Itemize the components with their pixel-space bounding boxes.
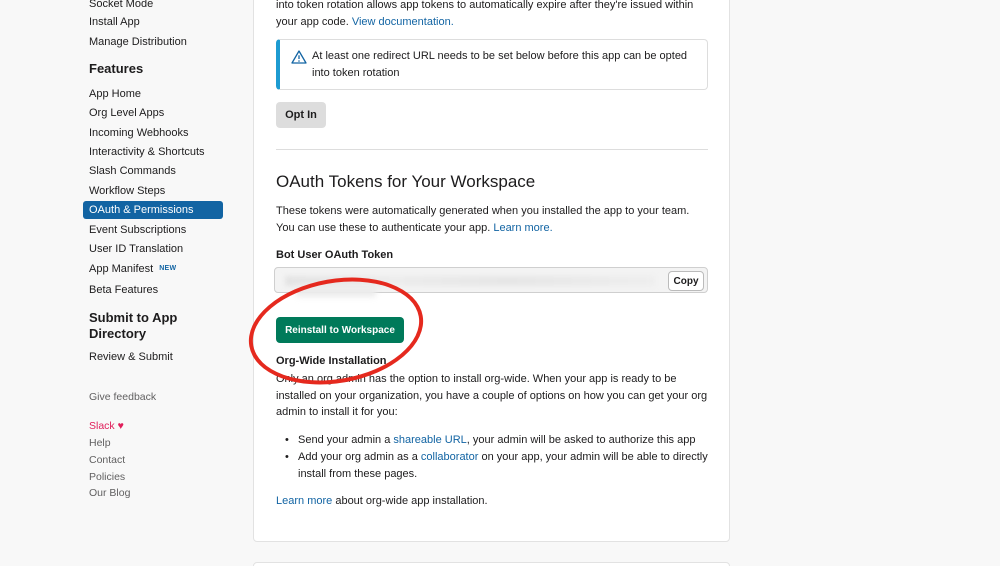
org-wide-title: Org-Wide Installation [276,355,387,367]
sidebar-item-event-subscriptions[interactable]: Event Subscriptions [89,223,186,237]
token-rotation-line2-text: your app code. [276,15,349,28]
org-wide-options-list: Send your admin a shareable URL, your ad… [276,432,716,483]
token-rotation-text: into token rotation allows app tokens to… [276,0,716,30]
sidebar-item-install-app[interactable]: Install App [89,15,140,29]
redacted-token-overflow [296,285,376,297]
list-item: Send your admin a shareable URL, your ad… [276,432,716,449]
copy-button[interactable]: Copy [668,271,704,291]
warning-text: At least one redirect URL needs to be se… [312,50,688,79]
sidebar-item-beta-features[interactable]: Beta Features [89,283,158,297]
sidebar-item-interactivity-shortcuts[interactable]: Interactivity & Shortcuts [89,145,205,159]
sidebar-item-manage-distribution[interactable]: Manage Distribution [89,35,187,49]
footer-link-help[interactable]: Help [89,436,111,450]
heart-icon: ♥ [117,420,124,432]
slack-label: Slack [89,420,115,432]
sidebar-item-socket-mode[interactable]: Socket Mode [89,0,153,11]
org-wide-desc-line2: installed on your organization, you have… [276,389,708,402]
opt-in-button[interactable]: Opt In [276,102,326,128]
org-wide-desc-line3: admin to install it for you: [276,406,398,418]
learn-more-link[interactable]: Learn more. [493,222,552,234]
sidebar-item-workflow-steps[interactable]: Workflow Steps [89,184,165,198]
bot-token-label: Bot User OAuth Token [276,249,394,261]
org-wide-learn-more-suffix: about org-wide app installation. [335,495,488,507]
shareable-url-link[interactable]: shareable URL [393,434,466,446]
org-wide-description: Only an org admin has the option to inst… [276,371,716,421]
warning-triangle-icon [291,50,307,64]
footer-link-policies[interactable]: Policies [89,470,125,484]
org-wide-learn-more-link[interactable]: Learn more [276,495,332,507]
reinstall-to-workspace-button[interactable]: Reinstall to Workspace [276,317,404,343]
submit-heading-line2: Directory [89,326,147,341]
next-card [253,562,730,566]
new-badge: NEW [159,265,177,273]
submit-heading-line1: Submit to App [89,310,178,325]
bullet1-prefix: Send your admin a [298,434,391,446]
sidebar-item-label: App Manifest [89,263,154,275]
oauth-tokens-description: These tokens were automatically generate… [276,203,716,236]
org-wide-desc-line1: Only an org admin has the option to inst… [276,373,677,385]
collaborator-link[interactable]: collaborator [421,451,478,463]
org-wide-learn-more: Learn more about org-wide app installati… [276,493,716,510]
main-card: into token rotation allows app tokens to… [253,0,730,542]
token-rotation-line1: into token rotation allows app tokens to… [276,0,694,11]
oauth-tokens-title: OAuth Tokens for Your Workspace [276,172,536,191]
bullet1-suffix: , your admin will be asked to authorize … [466,434,696,446]
submit-heading: Submit to App Directory [89,310,177,342]
sidebar-item-org-level-apps[interactable]: Org Level Apps [89,106,164,120]
give-feedback-link[interactable]: Give feedback [89,390,156,404]
token-rotation-warning: At least one redirect URL needs to be se… [276,39,708,90]
sidebar-item-user-id-translation[interactable]: User ID Translation [89,242,183,256]
slack-footer-link[interactable]: Slack ♥ [89,419,124,433]
features-heading: Features [89,61,144,76]
bullet2-prefix: Add your org admin as a [298,451,418,463]
oauth-desc-line2: You can use these to authenticate your a… [276,220,716,237]
sidebar-item-incoming-webhooks[interactable]: Incoming Webhooks [89,126,188,140]
section-divider [276,149,708,150]
footer-link-our-blog[interactable]: Our Blog [89,486,130,500]
sidebar-item-review-submit[interactable]: Review & Submit [89,350,173,364]
sidebar-item-oauth-permissions[interactable]: OAuth & Permissions [83,201,223,219]
oauth-desc-line1: These tokens were automatically generate… [276,205,690,217]
list-item: Add your org admin as a collaborator on … [276,449,716,483]
sidebar-item-slash-commands[interactable]: Slash Commands [89,164,176,178]
sidebar-item-app-home[interactable]: App Home [89,87,141,101]
footer-link-contact[interactable]: Contact [89,453,125,467]
sidebar: Socket Mode Install App Manage Distribut… [0,0,240,566]
token-rotation-line2: your app code. View documentation. [276,14,716,31]
oauth-desc-line2-text: You can use these to authenticate your a… [276,221,491,234]
sidebar-item-app-manifest[interactable]: App Manifest NEW [89,262,176,276]
view-documentation-link[interactable]: View documentation. [352,16,454,28]
